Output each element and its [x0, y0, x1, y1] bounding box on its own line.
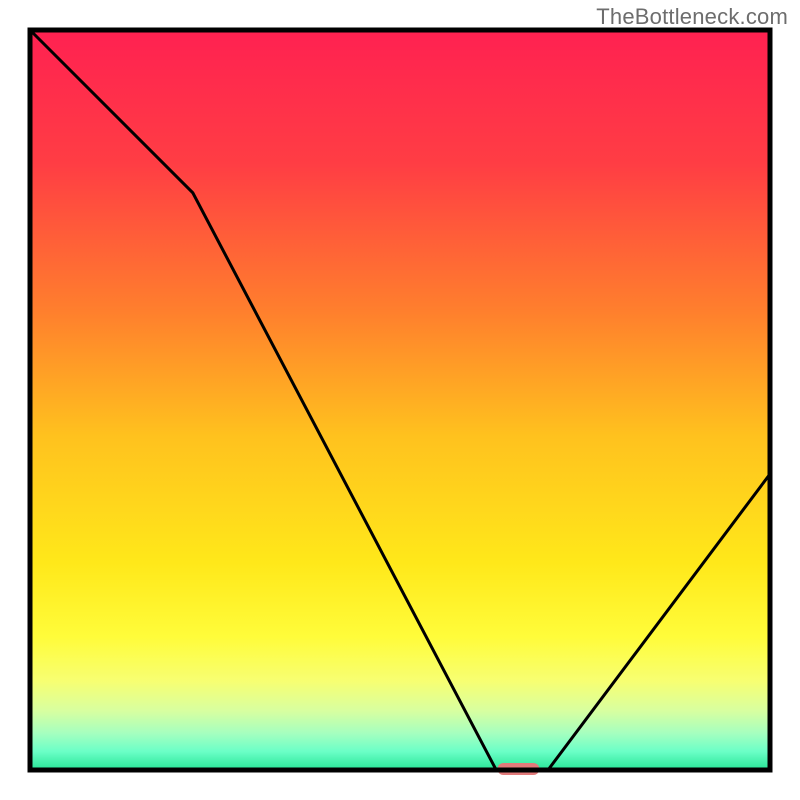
bottleneck-chart — [0, 0, 800, 800]
chart-container: TheBottleneck.com — [0, 0, 800, 800]
watermark-label: TheBottleneck.com — [596, 4, 788, 30]
